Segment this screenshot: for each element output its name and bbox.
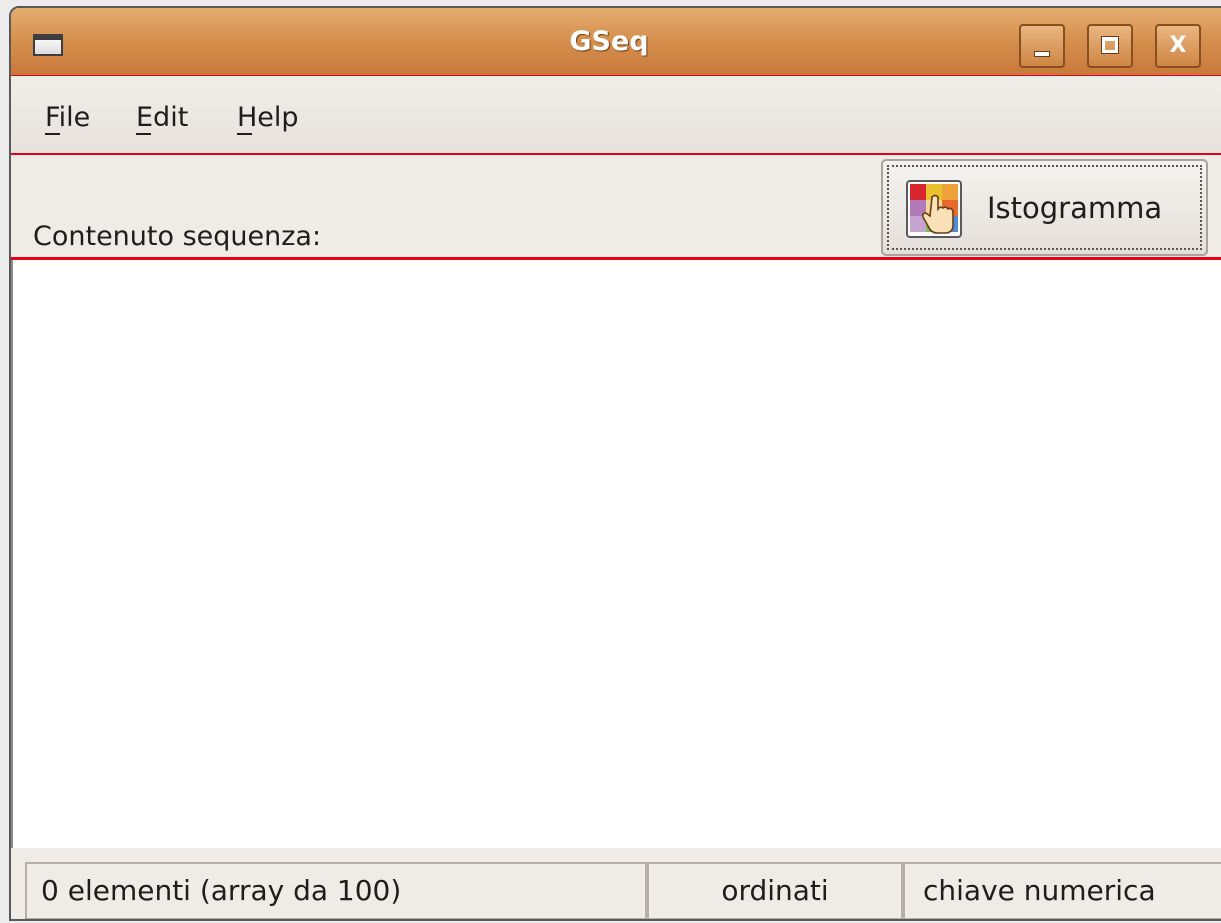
menu-edit-label: Edit <box>136 102 189 133</box>
mnemonic-underline <box>237 133 252 135</box>
menu-file-label: File <box>45 102 91 133</box>
close-icon: X <box>1169 33 1187 58</box>
histogram-pointer-icon <box>906 180 962 238</box>
maximize-button[interactable] <box>1087 24 1133 68</box>
close-button[interactable]: X <box>1155 24 1201 68</box>
menu-edit[interactable]: Edit <box>136 102 189 135</box>
mnemonic-underline <box>45 133 60 135</box>
histogram-button[interactable]: Istogramma <box>881 159 1208 256</box>
menu-bar: File Edit Help <box>11 76 1221 154</box>
sequence-content-area[interactable] <box>11 260 1221 848</box>
sequence-content-label: Contenuto sequenza: <box>33 221 322 252</box>
maximize-icon <box>1102 37 1118 53</box>
menu-help-label: Help <box>237 102 299 133</box>
toolbar: Contenuto sequenza: Istogramma <box>11 155 1221 258</box>
status-key-type: chiave numerica <box>903 862 1221 919</box>
title-bar[interactable]: GSeq X <box>11 8 1221 77</box>
app-window: GSeq X File Edit Help Contenuto sequenza… <box>9 6 1221 921</box>
status-element-count: 0 elementi (array da 100) <box>25 862 647 919</box>
mnemonic-underline <box>136 133 151 135</box>
menu-help[interactable]: Help <box>237 102 299 135</box>
status-order: ordinati <box>647 862 903 919</box>
minimize-icon <box>1035 52 1049 56</box>
minimize-button[interactable] <box>1019 24 1065 68</box>
status-bar: 0 elementi (array da 100) ordinati chiav… <box>11 848 1221 919</box>
histogram-button-label: Istogramma <box>987 191 1163 225</box>
menu-file[interactable]: File <box>45 102 91 135</box>
